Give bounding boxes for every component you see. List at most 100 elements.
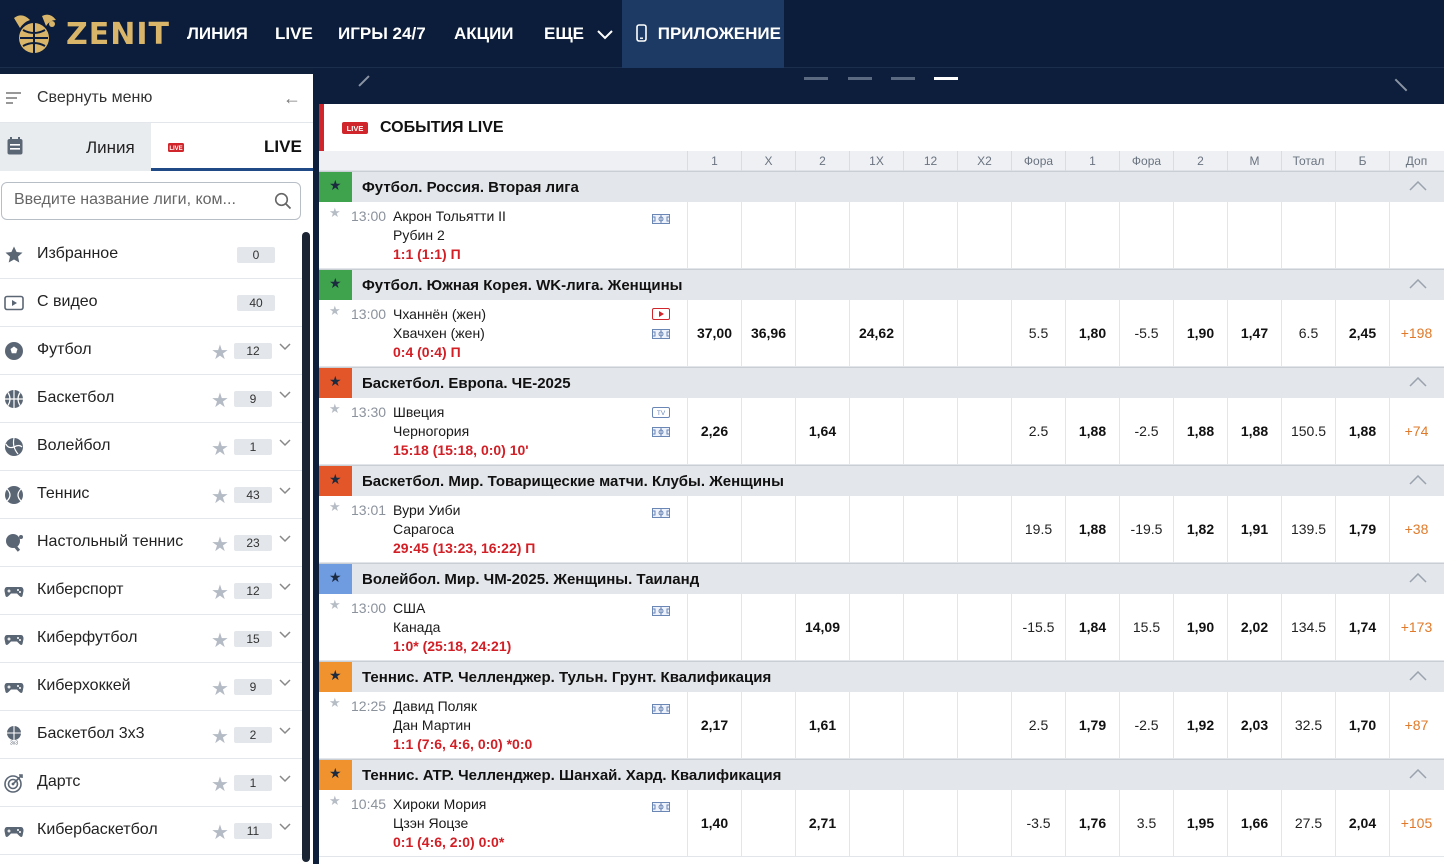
odds-cell-col-1[interactable] [687, 202, 741, 268]
field-icon[interactable] [652, 505, 670, 523]
league-search-box[interactable] [1, 182, 301, 220]
field-icon[interactable] [652, 326, 670, 344]
chevron-down-icon[interactable] [279, 823, 291, 831]
odds-cell-col-2-odds[interactable]: 1,88 [1173, 398, 1227, 464]
odds-cell-col-under[interactable]: 1,91 [1227, 496, 1281, 562]
odds-cell-col-x2[interactable] [957, 300, 1011, 366]
event-favorite-star-icon[interactable]: ★ [329, 793, 341, 809]
favorite-star-icon[interactable]: ★ [211, 628, 229, 653]
odds-cell-col-2[interactable]: 14,09 [795, 594, 849, 660]
league-favorite-button[interactable]: ★ [319, 270, 352, 301]
team-home[interactable]: Вури Уиби [393, 502, 460, 518]
odds-cell-col-1[interactable]: 37,00 [687, 300, 741, 366]
nav-promotions[interactable]: АКЦИИ [454, 0, 514, 68]
sidebar-item-volleyball[interactable]: Волейбол ★ 1 [0, 423, 302, 471]
odds-cell-col-x[interactable] [741, 594, 795, 660]
odds-cell-col-x2[interactable] [957, 202, 1011, 268]
collapse-menu-row[interactable]: Свернуть меню ← [0, 74, 313, 123]
favorite-star-icon[interactable]: ★ [211, 436, 229, 461]
event-row[interactable]: ★ 10:45 Хироки Мория Цзэн Яоцзе 0:1 (4:6, 2:… [319, 790, 1444, 857]
odds-cell-col-extra[interactable]: +38 [1389, 496, 1443, 562]
event-favorite-star-icon[interactable]: ★ [329, 597, 341, 613]
banner-next-arrow[interactable] [1394, 78, 1408, 92]
team-home[interactable]: Давид Поляк [393, 698, 477, 714]
odds-cell-col-x2[interactable] [957, 594, 1011, 660]
banner-prev-arrow[interactable] [358, 75, 370, 87]
field-icon[interactable] [652, 424, 670, 442]
team-home[interactable]: Чханнён (жен) [393, 306, 486, 322]
odds-cell-col-x2[interactable] [957, 692, 1011, 758]
field-icon[interactable] [652, 211, 670, 229]
favorite-star-icon[interactable]: ★ [211, 340, 229, 365]
team-away[interactable]: Цзэн Яоцзе [393, 815, 468, 831]
chevron-up-icon[interactable] [1409, 279, 1427, 289]
chevron-down-icon[interactable] [279, 775, 291, 783]
odds-cell-col-1-odds[interactable]: 1,84 [1065, 594, 1119, 660]
odds-cell-col-1[interactable]: 1,40 [687, 790, 741, 856]
event-favorite-star-icon[interactable]: ★ [329, 401, 341, 417]
tab-live[interactable]: LIVE LIVE [151, 123, 313, 171]
event-favorite-star-icon[interactable]: ★ [329, 303, 341, 319]
event-row[interactable]: ★ 12:25 Давид Поляк Дан Мартин 1:1 (7:6, 4:6… [319, 692, 1444, 759]
odds-cell-col-x[interactable] [741, 790, 795, 856]
event-favorite-star-icon[interactable]: ★ [329, 205, 341, 221]
event-row[interactable]: ★ 13:01 Вури Уиби Сарагоса 29:45 (13:23, 16:… [319, 496, 1444, 563]
team-home[interactable]: Хироки Мория [393, 796, 486, 812]
chevron-up-icon[interactable] [1409, 181, 1427, 191]
sidebar-item-esports[interactable]: Киберспорт ★ 12 [0, 567, 302, 615]
sidebar-item-favorites[interactable]: Избранное 0 [0, 231, 302, 279]
team-away[interactable]: Хвачхен (жен) [393, 325, 485, 341]
tab-line[interactable]: Линия [0, 123, 151, 171]
odds-cell-col-under[interactable]: 2,02 [1227, 594, 1281, 660]
odds-cell-col-1[interactable] [687, 496, 741, 562]
team-away[interactable]: Черногория [393, 423, 469, 439]
odds-cell-col-2[interactable] [795, 300, 849, 366]
league-favorite-button[interactable]: ★ [319, 760, 352, 791]
league-header[interactable]: ★ Теннис. ATP. Челленджер. Тульн. Грунт. … [319, 661, 1444, 693]
league-header[interactable]: ★ Баскетбол. Европа. ЧЕ-2025 [319, 367, 1444, 399]
banner-dot[interactable] [891, 77, 915, 80]
odds-cell-col-extra[interactable]: +87 [1389, 692, 1443, 758]
favorite-star-icon[interactable]: ★ [211, 532, 229, 557]
odds-cell-col-under[interactable] [1227, 202, 1281, 268]
odds-cell-col-2[interactable] [795, 496, 849, 562]
league-favorite-button[interactable]: ★ [319, 368, 352, 399]
sidebar-item-table-tennis[interactable]: Настольный теннис ★ 23 [0, 519, 302, 567]
favorite-star-icon[interactable]: ★ [211, 676, 229, 701]
team-away[interactable]: Дан Мартин [393, 717, 471, 733]
chevron-down-icon[interactable] [279, 583, 291, 591]
odds-cell-col-1-odds[interactable]: 1,88 [1065, 398, 1119, 464]
odds-cell-col-2-odds[interactable] [1173, 202, 1227, 268]
odds-cell-col-2[interactable] [795, 202, 849, 268]
odds-cell-col-2[interactable]: 1,61 [795, 692, 849, 758]
sidebar-item-darts[interactable]: Дартс ★ 1 [0, 759, 302, 807]
event-row[interactable]: ★ 13:00 США Канада 1:0* (25:18, 24:21) 14,09 -… [319, 594, 1444, 661]
odds-cell-col-1-odds[interactable]: 1,76 [1065, 790, 1119, 856]
odds-cell-col-under[interactable]: 2,03 [1227, 692, 1281, 758]
favorite-star-icon[interactable]: ★ [211, 580, 229, 605]
sidebar-scrollbar[interactable] [302, 232, 310, 862]
event-row[interactable]: ★ 13:00 Чханнён (жен) Хвачхен (жен) 0:4 (0:4… [319, 300, 1444, 367]
odds-cell-col-2-odds[interactable]: 1,92 [1173, 692, 1227, 758]
league-header[interactable]: ★ Теннис. ATP. Челленджер. Шанхай. Хард. … [319, 759, 1444, 791]
odds-cell-col-2[interactable]: 2,71 [795, 790, 849, 856]
odds-cell-col-1x[interactable] [849, 496, 903, 562]
team-away[interactable]: Канада [393, 619, 440, 635]
odds-cell-col-12[interactable] [903, 594, 957, 660]
chevron-down-icon[interactable] [279, 727, 291, 735]
odds-cell-col-1-odds[interactable]: 1,80 [1065, 300, 1119, 366]
odds-cell-col-1[interactable]: 2,17 [687, 692, 741, 758]
odds-cell-col-extra[interactable]: +105 [1389, 790, 1443, 856]
video-icon[interactable] [652, 307, 670, 325]
odds-cell-col-over[interactable]: 2,04 [1335, 790, 1389, 856]
event-favorite-star-icon[interactable]: ★ [329, 695, 341, 711]
sidebar-item-cyber-football[interactable]: Киберфутбол ★ 15 [0, 615, 302, 663]
chevron-down-icon[interactable] [279, 391, 291, 399]
banner-dot[interactable] [848, 77, 872, 80]
league-header[interactable]: ★ Футбол. Южная Корея. WK-лига. Женщины [319, 269, 1444, 301]
chevron-up-icon[interactable] [1409, 671, 1427, 681]
odds-cell-col-2[interactable]: 1,64 [795, 398, 849, 464]
league-header[interactable]: ★ Футбол. Россия. Вторая лига [319, 171, 1444, 203]
odds-cell-col-x2[interactable] [957, 496, 1011, 562]
odds-cell-col-over[interactable]: 1,74 [1335, 594, 1389, 660]
